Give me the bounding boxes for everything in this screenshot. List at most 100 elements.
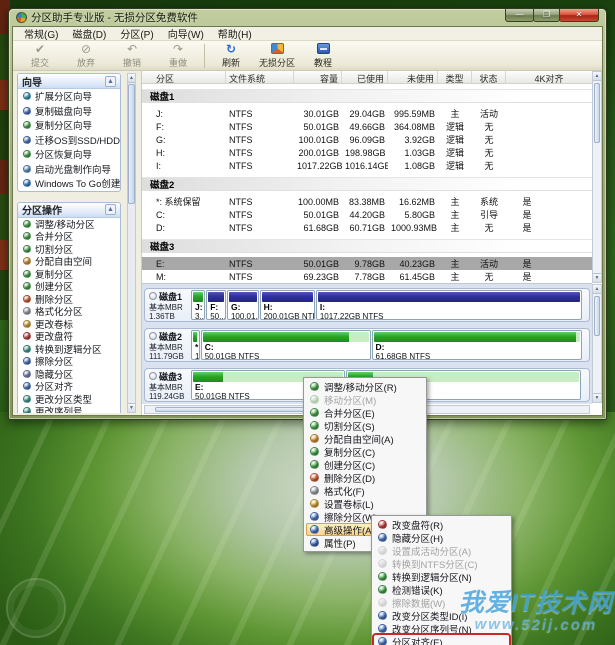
collapse-icon[interactable]: ▲ [105, 204, 116, 215]
sidebar-operation-item-9[interactable]: 更改盘符 [18, 330, 120, 343]
submenu-item-0[interactable]: 改变盘符(R) [374, 518, 509, 531]
table-row[interactable]: M:NTFS69.23GB7.78GB61.45GB主无是 [142, 270, 592, 283]
sidebar-wizard-item-1[interactable]: 复制磁盘向导 [18, 104, 120, 119]
sidebar-operation-item-4[interactable]: 复制分区 [18, 268, 120, 281]
context-menu-item-4[interactable]: 分配自由空间(A) [306, 432, 424, 445]
sidebar-operation-item-14[interactable]: 更改分区类型 [18, 393, 120, 406]
toolbar-button-5[interactable]: 无损分区 [254, 42, 300, 70]
partition-block[interactable]: I:1017.22GB NTFS [316, 290, 583, 320]
submenu-item-3[interactable]: 转换到NTFS分区(C) [374, 557, 509, 570]
sidebar-operation-item-6[interactable]: 删除分区 [18, 293, 120, 306]
context-menu-item-7[interactable]: 删除分区(D) [306, 471, 424, 484]
sidebar-operation-item-15[interactable]: 更改序列号 [18, 405, 120, 413]
sidebar-operation-item-2[interactable]: 切割分区 [18, 243, 120, 256]
menu-item-2[interactable]: 分区(P) [113, 26, 160, 42]
sidebar-operation-item-11[interactable]: 擦除分区 [18, 355, 120, 368]
column-header-2[interactable]: 容量 [294, 71, 342, 83]
disk-row-1[interactable]: 磁盘1基本MBR1.36TBJ:3...F:50....G:100.01...H… [144, 288, 590, 322]
toolbar-button-6[interactable]: 教程 [300, 42, 346, 70]
column-header-5[interactable]: 类型 [438, 71, 472, 83]
table-row[interactable]: C:NTFS50.01GB44.20GB5.80GB主引导是 [142, 208, 592, 221]
partition-block[interactable]: *1 [191, 330, 200, 360]
partition-block[interactable]: H:200.01GB NTFS [260, 290, 315, 320]
scroll-down-icon[interactable]: ▼ [593, 393, 601, 402]
menu-item-3[interactable]: 向导(W) [161, 26, 211, 42]
toolbar-button-2[interactable]: ↶撤销 [109, 42, 155, 70]
context-menu-item-5[interactable]: 复制分区(C) [306, 445, 424, 458]
submenu-item-5[interactable]: 检测错误(K) [374, 583, 509, 596]
submenu-item-1[interactable]: 隐藏分区(H) [374, 531, 509, 544]
context-menu-item-8[interactable]: 格式化(F) [306, 484, 424, 497]
partition-block[interactable]: G:100.01... [227, 290, 259, 320]
sidebar-operation-item-0[interactable]: 调整/移动分区 [18, 218, 120, 231]
menu-item-4[interactable]: 帮助(H) [211, 26, 259, 42]
sidebar-operation-item-1[interactable]: 合并分区 [18, 230, 120, 243]
column-header-3[interactable]: 已使用 [342, 71, 388, 83]
sidebar-operation-item-7[interactable]: 格式化分区 [18, 305, 120, 318]
maximize-button[interactable]: ❐ [533, 9, 560, 22]
disk-row-2[interactable]: 磁盘2基本MBR111.79GB*1C:50.01GB NTFSD:61.68G… [144, 328, 590, 362]
submenu-item-6[interactable]: 擦除数据(W) [374, 596, 509, 609]
partition-block[interactable]: F:50.... [206, 290, 226, 320]
scrollbar-thumb[interactable] [594, 296, 600, 336]
submenu-item-2[interactable]: 设置成活动分区(A) [374, 544, 509, 557]
sidebar-wizard-item-5[interactable]: 启动光盘制作向导 [18, 162, 120, 177]
submenu-item-4[interactable]: 转换到逻辑分区(N) [374, 570, 509, 583]
context-menu-item-1[interactable]: 移动分区(M) [306, 393, 424, 406]
toolbar-button-0[interactable]: ✔提交 [17, 42, 63, 70]
submenu-item-8[interactable]: 改变分区序列号(N) [374, 622, 509, 635]
column-header-7[interactable]: 4K对齐 [506, 71, 592, 83]
sidebar-wizard-item-4[interactable]: 分区恢复向导 [18, 147, 120, 162]
scrollbar-thumb[interactable] [594, 83, 600, 143]
sidebar-operation-item-13[interactable]: 分区对齐 [18, 380, 120, 393]
table-row[interactable]: D:NTFS61.68GB60.71GB1000.93MB主无是 [142, 221, 592, 234]
sidebar-operation-item-10[interactable]: 转换到逻辑分区 [18, 343, 120, 356]
scroll-down-icon[interactable]: ▼ [593, 273, 601, 282]
collapse-icon[interactable]: ▲ [105, 76, 116, 87]
table-row[interactable]: I:NTFS1017.22GB1016.14GB1.08GB逻辑无 [142, 159, 592, 172]
disk-panel-scrollbar[interactable]: ▲ ▼ [592, 284, 602, 403]
menu-item-1[interactable]: 磁盘(D) [65, 26, 113, 42]
scroll-up-icon[interactable]: ▲ [593, 285, 601, 294]
column-header-6[interactable]: 状态 [472, 71, 506, 83]
submenu-item-7[interactable]: 改变分区类型ID(I) [374, 609, 509, 622]
scroll-down-icon[interactable]: ▼ [128, 403, 135, 412]
partition-block[interactable]: D:61.68GB NTFS [372, 330, 583, 360]
table-row[interactable]: F:NTFS50.01GB49.66GB364.08MB逻辑无 [142, 120, 592, 133]
table-row[interactable]: G:NTFS100.01GB96.09GB3.92GB逻辑无 [142, 133, 592, 146]
sidebar-operation-item-12[interactable]: 隐藏分区 [18, 368, 120, 381]
table-row[interactable]: J:NTFS30.01GB29.04GB995.59MB主活动 [142, 107, 592, 120]
context-menu-item-0[interactable]: 调整/移动分区(R) [306, 380, 424, 393]
operations-panel-header[interactable]: 分区操作 ▲ [18, 203, 120, 218]
toolbar-button-3[interactable]: ↷重做 [155, 42, 201, 70]
scroll-up-icon[interactable]: ▲ [593, 72, 601, 81]
sidebar-wizard-item-3[interactable]: 迁移OS到SSD/HDD [18, 133, 120, 148]
table-row[interactable]: E:NTFS50.01GB9.78GB40.23GB主活动是 [142, 257, 592, 270]
close-button[interactable]: ✕ [559, 9, 599, 22]
toolbar-button-1[interactable]: ⊘放弃 [63, 42, 109, 70]
submenu-item-9[interactable]: 分区对齐(E) [374, 635, 509, 645]
context-menu-item-6[interactable]: 创建分区(C) [306, 458, 424, 471]
partition-block[interactable]: C:50.01GB NTFS [201, 330, 371, 360]
sidebar-operation-item-3[interactable]: 分配自由空间 [18, 255, 120, 268]
wizard-panel-header[interactable]: 向导 ▲ [18, 74, 120, 89]
sidebar-operation-item-5[interactable]: 创建分区 [18, 280, 120, 293]
scrollbar-thumb[interactable] [128, 84, 135, 204]
toolbar-button-4[interactable]: ↻刷新 [208, 42, 254, 70]
sidebar-wizard-item-2[interactable]: 复制分区向导 [18, 118, 120, 133]
table-scrollbar[interactable]: ▲ ▼ [592, 71, 602, 283]
partition-block[interactable]: J:3... [191, 290, 205, 320]
context-menu-item-2[interactable]: 合并分区(E) [306, 406, 424, 419]
column-header-1[interactable]: 文件系统 [226, 71, 294, 83]
sidebar-wizard-item-6[interactable]: Windows To Go创建器 [18, 176, 120, 191]
minimize-button[interactable]: — [505, 9, 534, 22]
column-header-0[interactable]: 分区 [142, 71, 226, 83]
column-header-4[interactable]: 未使用 [388, 71, 438, 83]
context-menu-item-3[interactable]: 切割分区(S) [306, 419, 424, 432]
context-menu-item-9[interactable]: 设置卷标(L) [306, 497, 424, 510]
scroll-up-icon[interactable]: ▲ [128, 74, 135, 83]
sidebar-operation-item-8[interactable]: 更改卷标 [18, 318, 120, 331]
table-row[interactable]: *: 系统保留NTFS100.00MB83.38MB16.62MB主系统是 [142, 195, 592, 208]
table-row[interactable]: H:NTFS200.01GB198.98GB1.03GB逻辑无 [142, 146, 592, 159]
sidebar-wizard-item-0[interactable]: 扩展分区向导 [18, 89, 120, 104]
